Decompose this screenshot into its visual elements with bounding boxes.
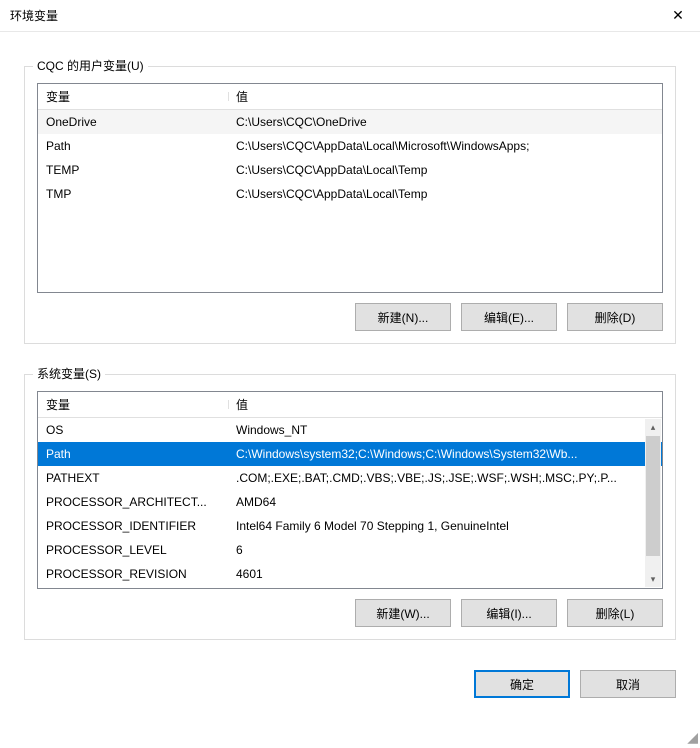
system-new-button[interactable]: 新建(W)... xyxy=(355,599,451,627)
var-value: C:\Users\CQC\AppData\Local\Microsoft\Win… xyxy=(228,139,662,153)
var-name: OneDrive xyxy=(38,115,228,129)
var-value: C:\Users\CQC\AppData\Local\Temp xyxy=(228,187,662,201)
user-buttons-row: 新建(N)... 编辑(E)... 删除(D) xyxy=(37,303,663,331)
user-edit-button[interactable]: 编辑(E)... xyxy=(461,303,557,331)
system-delete-button[interactable]: 删除(L) xyxy=(567,599,663,627)
user-new-button[interactable]: 新建(N)... xyxy=(355,303,451,331)
table-row[interactable]: Path C:\Users\CQC\AppData\Local\Microsof… xyxy=(38,134,662,158)
close-icon[interactable]: ✕ xyxy=(656,0,700,32)
var-name: PROCESSOR_REVISION xyxy=(38,567,228,581)
var-value: C:\Users\CQC\AppData\Local\Temp xyxy=(228,163,662,177)
window-title: 环境变量 xyxy=(10,7,58,24)
table-row[interactable]: OneDrive C:\Users\CQC\OneDrive xyxy=(38,110,662,134)
dialog-content: CQC 的用户变量(U) 变量 值 OneDrive C:\Users\CQC\… xyxy=(0,32,700,652)
titlebar: 环境变量 ✕ xyxy=(0,0,700,32)
system-variables-group: 系统变量(S) 变量 值 OS Windows_NT Path C:\Windo… xyxy=(24,374,676,640)
var-value: .COM;.EXE;.BAT;.CMD;.VBS;.VBE;.JS;.JSE;.… xyxy=(228,471,662,485)
user-variables-list[interactable]: 变量 值 OneDrive C:\Users\CQC\OneDrive Path… xyxy=(37,83,663,293)
scroll-thumb[interactable] xyxy=(646,436,660,556)
system-list-body: OS Windows_NT Path C:\Windows\system32;C… xyxy=(38,418,662,588)
var-value: Intel64 Family 6 Model 70 Stepping 1, Ge… xyxy=(228,519,662,533)
table-row[interactable]: PROCESSOR_ARCHITECT... AMD64 xyxy=(38,490,662,514)
user-list-body: OneDrive C:\Users\CQC\OneDrive Path C:\U… xyxy=(38,110,662,292)
system-buttons-row: 新建(W)... 编辑(I)... 删除(L) xyxy=(37,599,663,627)
system-col-value[interactable]: 值 xyxy=(228,396,662,413)
table-row[interactable]: PROCESSOR_IDENTIFIER Intel64 Family 6 Mo… xyxy=(38,514,662,538)
user-col-value[interactable]: 值 xyxy=(228,88,662,105)
system-variables-list[interactable]: 变量 值 OS Windows_NT Path C:\Windows\syste… xyxy=(37,391,663,589)
user-col-variable[interactable]: 变量 xyxy=(38,88,228,105)
system-col-variable[interactable]: 变量 xyxy=(38,396,228,413)
system-scrollbar[interactable]: ▴ ▾ xyxy=(645,419,661,587)
var-value: C:\Users\CQC\OneDrive xyxy=(228,115,662,129)
var-name: PROCESSOR_IDENTIFIER xyxy=(38,519,228,533)
var-name: Path xyxy=(38,139,228,153)
user-list-header: 变量 值 xyxy=(38,84,662,110)
dialog-buttons: 确定 取消 xyxy=(0,652,700,698)
table-row[interactable]: PATHEXT .COM;.EXE;.BAT;.CMD;.VBS;.VBE;.J… xyxy=(38,466,662,490)
var-name: TMP xyxy=(38,187,228,201)
var-name: PATHEXT xyxy=(38,471,228,485)
table-row[interactable]: OS Windows_NT xyxy=(38,418,662,442)
user-variables-legend: CQC 的用户变量(U) xyxy=(33,57,148,74)
var-value: AMD64 xyxy=(228,495,662,509)
user-variables-group: CQC 的用户变量(U) 变量 值 OneDrive C:\Users\CQC\… xyxy=(24,66,676,344)
var-name: OS xyxy=(38,423,228,437)
table-row[interactable]: PROCESSOR_REVISION 4601 xyxy=(38,562,662,586)
scroll-up-icon[interactable]: ▴ xyxy=(645,419,661,435)
cancel-button[interactable]: 取消 xyxy=(580,670,676,698)
var-value: C:\Windows\system32;C:\Windows;C:\Window… xyxy=(228,447,662,461)
var-name: Path xyxy=(38,447,228,461)
ok-button[interactable]: 确定 xyxy=(474,670,570,698)
resize-grip-icon[interactable]: ◢ xyxy=(684,732,698,746)
var-value: 4601 xyxy=(228,567,662,581)
var-name: PROCESSOR_LEVEL xyxy=(38,543,228,557)
table-row[interactable]: Path C:\Windows\system32;C:\Windows;C:\W… xyxy=(38,442,662,466)
table-row[interactable]: PROCESSOR_LEVEL 6 xyxy=(38,538,662,562)
user-delete-button[interactable]: 删除(D) xyxy=(567,303,663,331)
system-edit-button[interactable]: 编辑(I)... xyxy=(461,599,557,627)
var-name: PROCESSOR_ARCHITECT... xyxy=(38,495,228,509)
table-row[interactable]: TMP C:\Users\CQC\AppData\Local\Temp xyxy=(38,182,662,206)
scroll-down-icon[interactable]: ▾ xyxy=(645,571,661,587)
var-value: Windows_NT xyxy=(228,423,662,437)
var-value: 6 xyxy=(228,543,662,557)
system-list-header: 变量 值 xyxy=(38,392,662,418)
var-name: TEMP xyxy=(38,163,228,177)
system-variables-legend: 系统变量(S) xyxy=(33,365,105,382)
table-row[interactable]: TEMP C:\Users\CQC\AppData\Local\Temp xyxy=(38,158,662,182)
